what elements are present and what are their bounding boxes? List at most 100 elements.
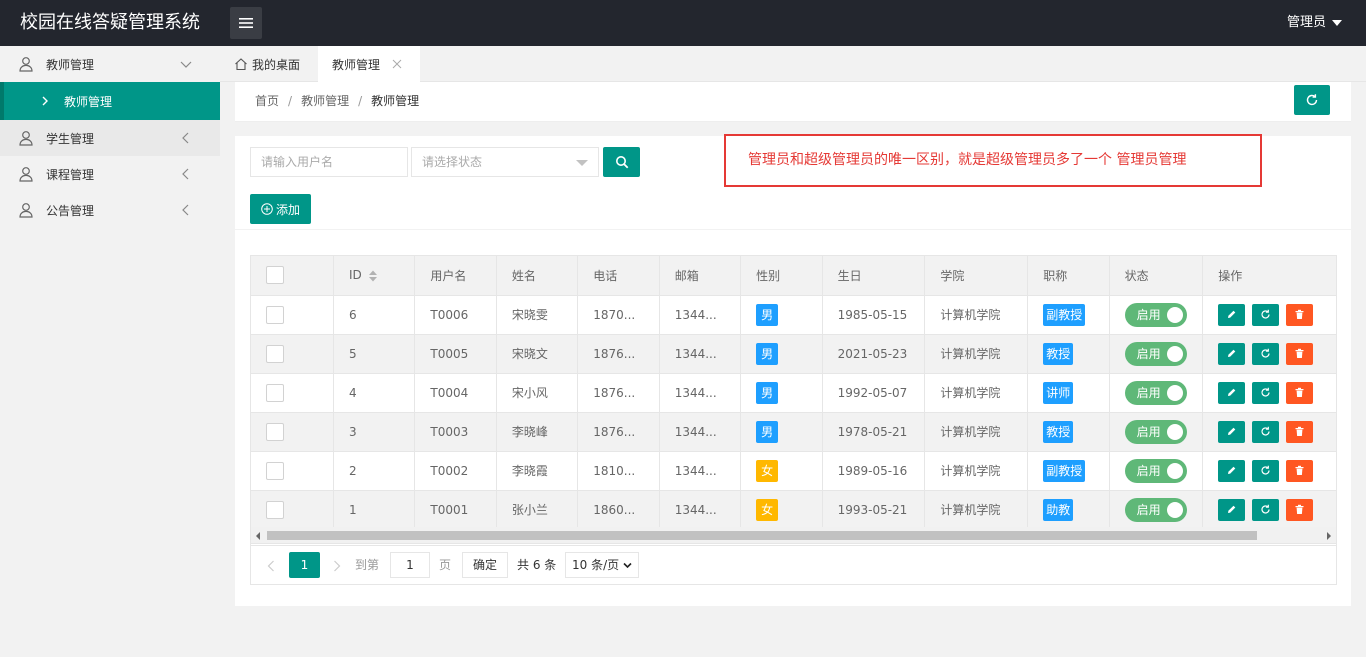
title-badge: 讲师	[1043, 381, 1074, 404]
gender-badge: 女	[756, 498, 779, 521]
row-checkbox[interactable]	[266, 305, 284, 324]
teacher-table: ID 用户名 姓名 电话 邮箱 性别 生日 学院 职称 状态 操作 6 T0006…	[250, 255, 1337, 546]
table-row: 1 T0001 张小兰 1860... 1344... 女 1993-05-21 计算机学院助…	[251, 490, 1336, 530]
title-cell: 副教授	[1027, 451, 1110, 491]
name-cell: 宋晓雯	[496, 295, 579, 335]
birthday-cell: 1993-05-21	[822, 490, 926, 530]
menu-toggle-button[interactable]	[230, 7, 262, 39]
row-checkbox[interactable]	[266, 383, 284, 402]
sort-icon[interactable]	[368, 270, 378, 282]
sidebar-subitem-teacher-management[interactable]: 教师管理	[0, 82, 220, 120]
search-icon	[615, 156, 628, 169]
tab-teacher-management[interactable]: 教师管理	[318, 46, 420, 82]
breadcrumb-section[interactable]: 教师管理	[301, 94, 349, 108]
reset-password-button[interactable]	[1252, 498, 1280, 521]
scrollbar-thumb[interactable]	[267, 531, 1257, 540]
row-checkbox[interactable]	[266, 422, 284, 441]
college-cell: 计算机学院	[924, 295, 1029, 335]
phone-cell: 1870...	[577, 295, 660, 335]
pencil-icon	[1228, 349, 1236, 357]
sidebar-item-student-management[interactable]: 学生管理	[0, 120, 220, 156]
edit-button[interactable]	[1218, 381, 1246, 404]
search-button[interactable]	[603, 147, 640, 177]
edit-button[interactable]	[1218, 342, 1246, 365]
delete-button[interactable]	[1286, 303, 1314, 326]
breadcrumb-bar: 首页 / 教师管理 / 教师管理	[235, 82, 1351, 122]
edit-button[interactable]	[1218, 303, 1246, 326]
username-search-input[interactable]: 请输入用户名	[250, 147, 408, 177]
scroll-right-arrow-icon[interactable]	[1327, 532, 1331, 540]
row-checkbox[interactable]	[266, 461, 284, 480]
plus-circle-icon	[261, 203, 273, 215]
email-cell: 1344...	[659, 373, 742, 413]
reset-password-button[interactable]	[1252, 303, 1280, 326]
status-toggle[interactable]: 启用	[1124, 419, 1187, 444]
user-icon	[19, 167, 33, 182]
column-header-birthday: 生日	[822, 256, 926, 296]
page-number-input[interactable]: 1	[390, 552, 430, 578]
row-checkbox[interactable]	[266, 500, 284, 519]
status-toggle[interactable]: 启用	[1124, 497, 1187, 522]
birthday-cell: 1978-05-21	[822, 412, 926, 452]
scroll-left-arrow-icon[interactable]	[256, 532, 260, 540]
user-icon	[19, 203, 33, 218]
user-menu[interactable]: 管理员	[1287, 0, 1342, 46]
current-page[interactable]: 1	[289, 552, 320, 578]
add-button[interactable]: 添加	[250, 194, 311, 224]
name-cell: 宋小风	[496, 373, 579, 413]
chevron-right-icon	[334, 560, 341, 572]
total-count: 共 6 条	[517, 558, 557, 572]
chevron-left-icon	[267, 560, 274, 572]
status-toggle[interactable]: 启用	[1124, 302, 1187, 327]
delete-button[interactable]	[1286, 381, 1314, 404]
row-checkbox[interactable]	[266, 344, 284, 363]
close-icon[interactable]	[392, 59, 402, 69]
sidebar-item-teacher-management[interactable]: 教师管理	[0, 46, 220, 82]
select-all-cell	[251, 256, 334, 296]
edit-button[interactable]	[1218, 498, 1246, 521]
goto-confirm-button[interactable]: 确定	[462, 552, 508, 578]
tab-my-desktop[interactable]: 我的桌面	[234, 46, 300, 82]
actions-cell	[1202, 412, 1336, 452]
actions-cell	[1202, 490, 1336, 530]
title-cell: 教授	[1027, 412, 1110, 452]
sidebar-item-notice-management[interactable]: 公告管理	[0, 192, 220, 228]
birthday-cell: 1989-05-16	[822, 451, 926, 491]
email-cell: 1344...	[659, 334, 742, 374]
horizontal-scrollbar[interactable]	[250, 527, 1337, 544]
title-badge: 教授	[1043, 420, 1074, 443]
trash-icon	[1295, 309, 1304, 319]
reset-password-button[interactable]	[1252, 459, 1280, 482]
status-toggle[interactable]: 启用	[1124, 341, 1187, 366]
title-cell: 副教授	[1027, 295, 1110, 335]
breadcrumb-home[interactable]: 首页	[255, 94, 279, 108]
status-toggle[interactable]: 启用	[1124, 458, 1187, 483]
id-cell: 1	[333, 490, 416, 530]
reset-password-button[interactable]	[1252, 342, 1280, 365]
toggle-knob	[1166, 501, 1183, 518]
reload-page-button[interactable]	[1294, 85, 1330, 115]
select-all-checkbox[interactable]	[266, 266, 284, 285]
table-row: 3 T0003 李晓峰 1876... 1344... 男 1978-05-21 计算机学院教…	[251, 412, 1336, 452]
main-card: 请输入用户名 请选择状态 添加 管理员和超级管理员的唯一区别，就是超级管理员多了…	[235, 134, 1351, 606]
delete-button[interactable]	[1286, 342, 1314, 365]
page-size-select[interactable]: 10 条/页	[565, 552, 639, 578]
edit-button[interactable]	[1218, 420, 1246, 443]
sidebar-item-course-management[interactable]: 课程管理	[0, 156, 220, 192]
college-cell: 计算机学院	[924, 490, 1029, 530]
edit-button[interactable]	[1218, 459, 1246, 482]
delete-button[interactable]	[1286, 498, 1314, 521]
status-select[interactable]: 请选择状态	[411, 147, 599, 177]
next-page-button[interactable]	[327, 554, 347, 578]
chevron-down-icon	[623, 562, 632, 569]
delete-button[interactable]	[1286, 420, 1314, 443]
prev-page-button[interactable]	[261, 554, 281, 578]
reset-password-button[interactable]	[1252, 381, 1280, 404]
divider	[235, 229, 1351, 230]
status-toggle[interactable]: 启用	[1124, 380, 1187, 405]
chevron-left-icon	[182, 132, 189, 144]
gender-cell: 女	[740, 451, 823, 491]
delete-button[interactable]	[1286, 459, 1314, 482]
column-header-id[interactable]: ID	[333, 256, 416, 296]
reset-password-button[interactable]	[1252, 420, 1280, 443]
